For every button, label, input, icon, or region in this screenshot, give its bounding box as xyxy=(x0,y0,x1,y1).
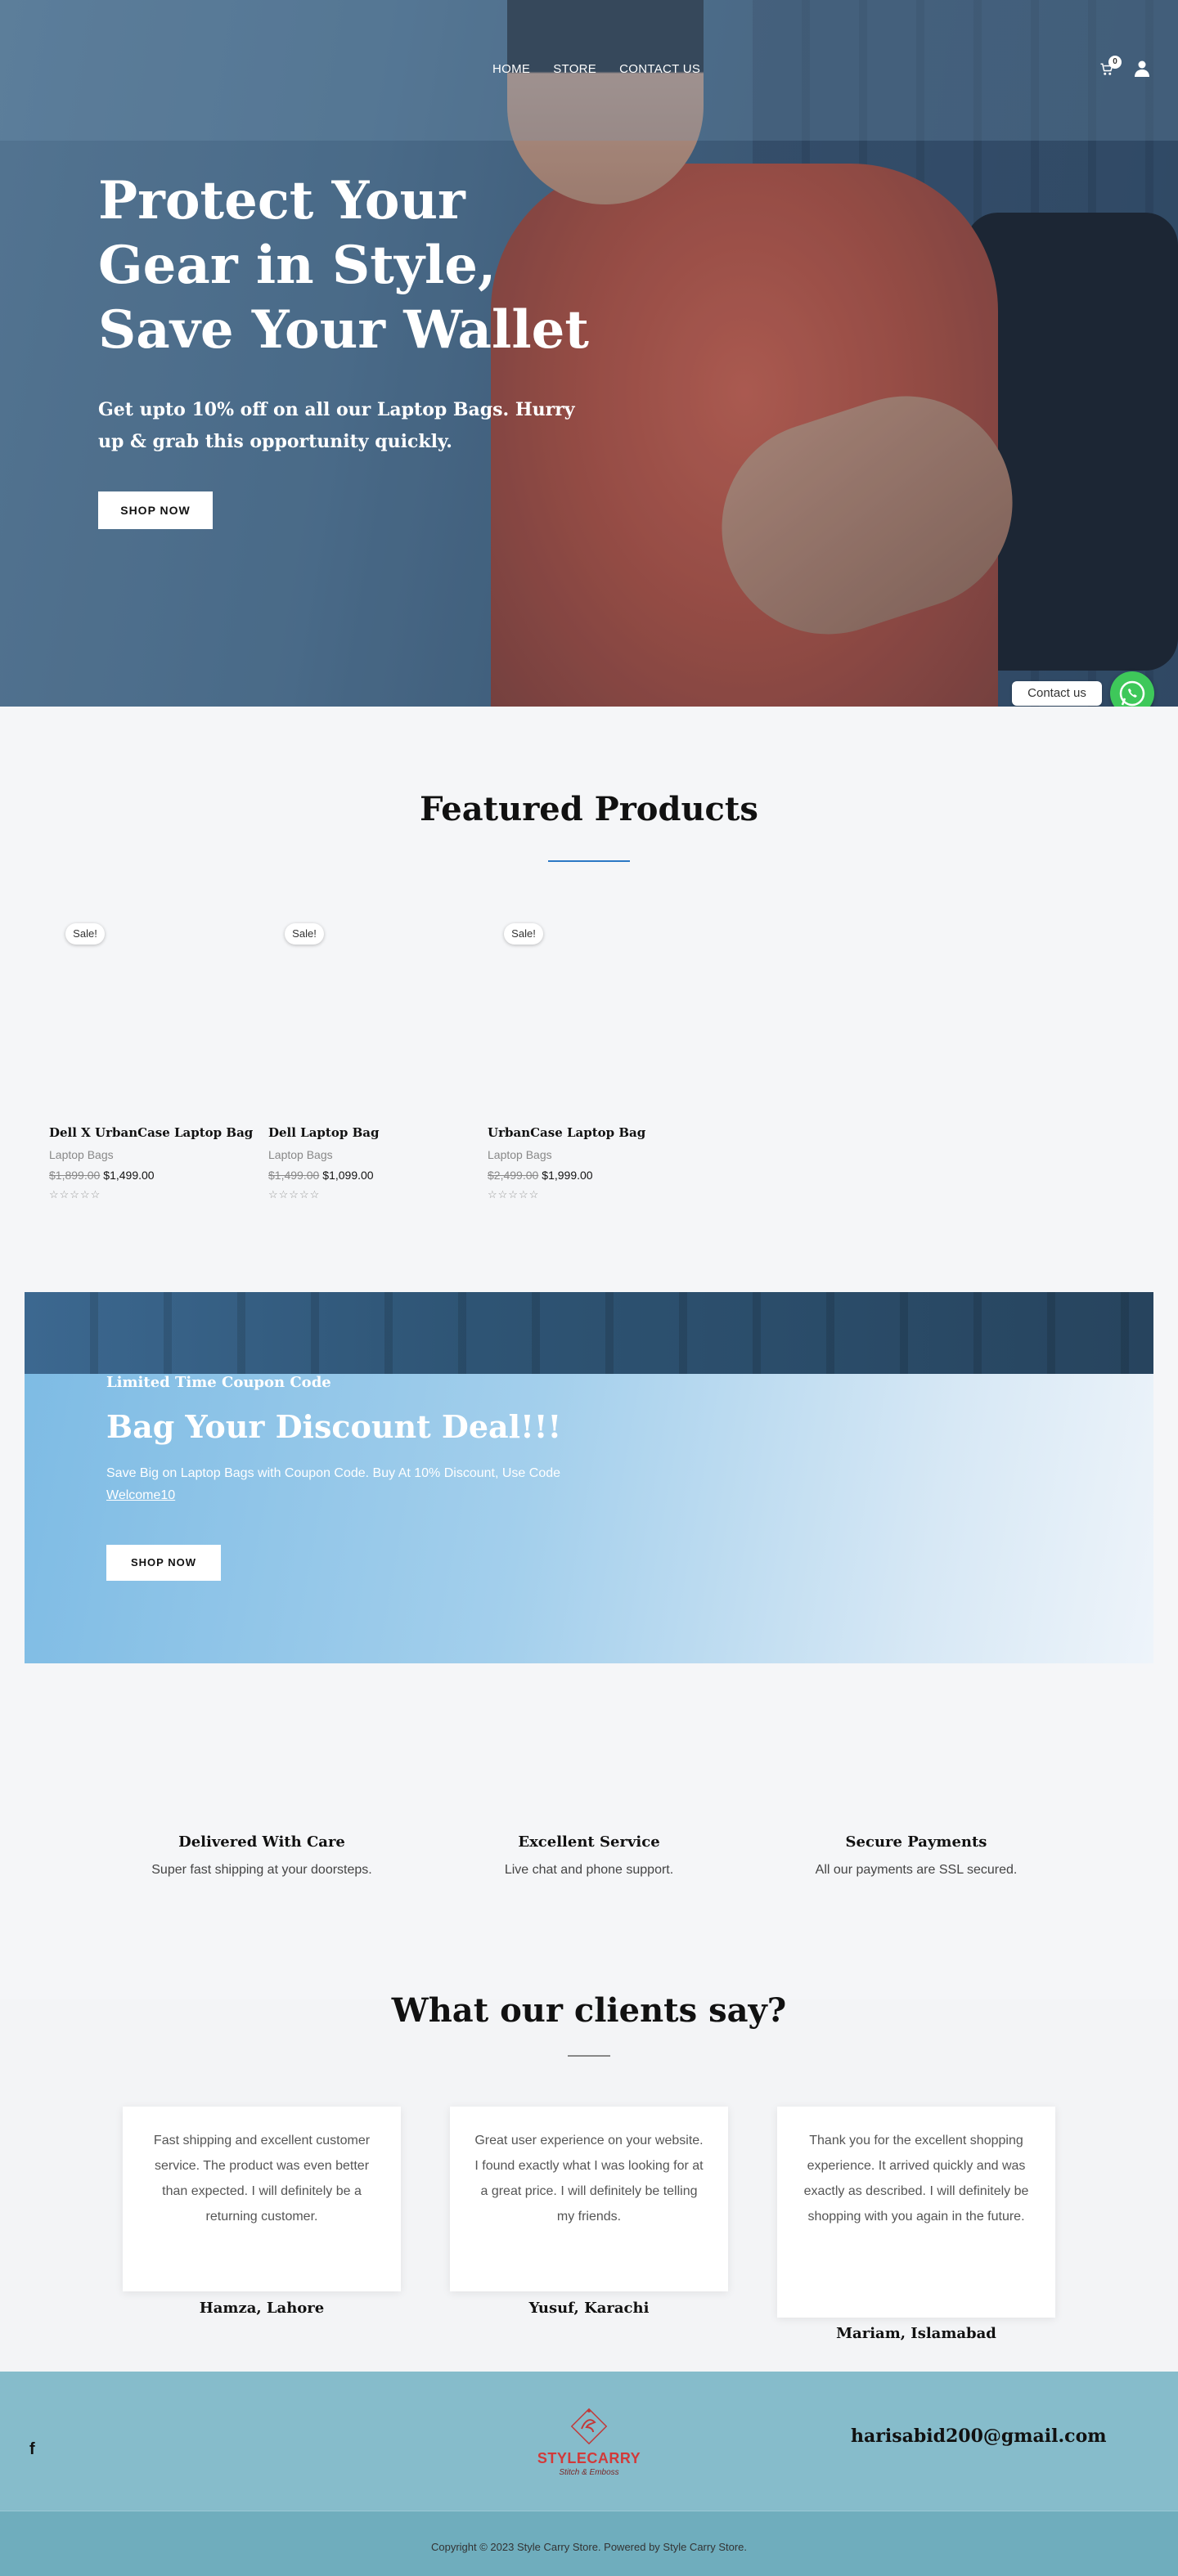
coupon-banner: Limited Time Coupon Code Bag Your Discou… xyxy=(25,1292,1153,1663)
feature-service: Excellent Service Live chat and phone su… xyxy=(425,1833,753,1878)
heading-divider xyxy=(548,860,630,862)
coupon-title: Bag Your Discount Deal!!! xyxy=(106,1408,562,1445)
testimonial-author: Yusuf, Karachi xyxy=(528,2300,650,2317)
site-logo[interactable]: STYLECARRY Stitch & Emboss xyxy=(536,2404,642,2478)
product-card[interactable]: Sale! Dell X UrbanCase Laptop Bag Laptop… xyxy=(49,921,253,1207)
nav-home-link[interactable]: HOME xyxy=(492,62,530,76)
feature-title: Excellent Service xyxy=(518,1833,660,1851)
product-sale-price: $1,099.00 xyxy=(322,1169,374,1182)
whatsapp-contact-label[interactable]: Contact us xyxy=(1012,681,1102,706)
product-old-price: $1,899.00 xyxy=(49,1169,101,1182)
hero-title: Protect Your Gear in Style, Save Your Wa… xyxy=(98,170,589,361)
product-rating-stars: ☆☆☆☆☆ xyxy=(49,1188,101,1200)
sale-badge: Sale! xyxy=(65,923,105,945)
product-rating-stars: ☆☆☆☆☆ xyxy=(268,1188,321,1200)
sale-badge: Sale! xyxy=(285,923,324,945)
user-account-icon[interactable] xyxy=(1135,61,1149,77)
cart-count-badge: 0 xyxy=(1108,56,1122,69)
product-old-price: $1,499.00 xyxy=(268,1169,320,1182)
logo-text: STYLECARRY xyxy=(537,2450,641,2466)
top-navigation: HOME STORE CONTACT US 0 xyxy=(0,0,1178,141)
coupon-code-link[interactable]: Welcome10 xyxy=(106,1488,175,1503)
footer-bottom-bar: Copyright © 2023 Style Carry Store. Powe… xyxy=(0,2511,1178,2576)
hero-subtitle: Get upto 10% off on all our Laptop Bags.… xyxy=(98,399,575,452)
feature-text: Super fast shipping at your doorsteps. xyxy=(151,1863,372,1877)
product-title[interactable]: Dell X UrbanCase Laptop Bag xyxy=(49,1125,253,1140)
feature-text: Live chat and phone support. xyxy=(504,1863,674,1877)
feature-delivery: Delivered With Care Super fast shipping … xyxy=(98,1833,425,1878)
product-price: $2,499.00 $1,999.00 xyxy=(488,1169,593,1182)
copyright-text: Copyright © 2023 Style Carry Store. Powe… xyxy=(430,2541,747,2553)
product-category[interactable]: Laptop Bags xyxy=(268,1148,333,1161)
main-menu: HOME STORE CONTACT US xyxy=(492,62,700,76)
product-price: $1,899.00 $1,499.00 xyxy=(49,1169,155,1182)
feature-text: All our payments are SSL secured. xyxy=(815,1863,1018,1877)
sale-badge: Sale! xyxy=(504,923,543,945)
product-category[interactable]: Laptop Bags xyxy=(488,1148,552,1161)
heading-divider xyxy=(568,2055,610,2057)
product-sale-price: $1,999.00 xyxy=(542,1169,593,1182)
coupon-eyebrow: Limited Time Coupon Code xyxy=(106,1374,331,1391)
product-sale-price: $1,499.00 xyxy=(103,1169,155,1182)
testimonial-author: Mariam, Islamabad xyxy=(836,2325,996,2342)
coupon-description: Save Big on Laptop Bags with Coupon Code… xyxy=(106,1466,561,1480)
testimonial-card: Great user experience on your website. I… xyxy=(450,2107,728,2291)
footer-email[interactable]: harisabid200@gmail.com xyxy=(851,2426,1107,2447)
testimonial-author: Hamza, Lahore xyxy=(199,2300,325,2317)
product-price: $1,499.00 $1,099.00 xyxy=(268,1169,374,1182)
facebook-icon[interactable]: f xyxy=(29,2440,35,2459)
feature-title: Secure Payments xyxy=(845,1833,987,1851)
site-footer: f STYLECARRY Stitch & Emboss harisabid20… xyxy=(0,2372,1178,2576)
testimonial-quote: Thank you for the excellent shopping exp… xyxy=(803,2134,1029,2224)
logo-tagline: Stitch & Emboss xyxy=(559,2468,619,2477)
testimonial-card: Thank you for the excellent shopping exp… xyxy=(777,2107,1055,2318)
testimonial-card: Fast shipping and excellent customer ser… xyxy=(123,2107,401,2291)
product-title[interactable]: Dell Laptop Bag xyxy=(268,1125,379,1140)
product-category[interactable]: Laptop Bags xyxy=(49,1148,114,1161)
featured-products-heading: Featured Products xyxy=(420,790,758,828)
testimonial-quote: Great user experience on your website. I… xyxy=(474,2134,704,2224)
testimonials-heading: What our clients say? xyxy=(391,1991,787,2030)
whatsapp-icon[interactable] xyxy=(1110,671,1154,707)
product-card[interactable]: Sale! Dell Laptop Bag Laptop Bags $1,499… xyxy=(268,921,465,1207)
testimonial-quote: Fast shipping and excellent customer ser… xyxy=(153,2134,371,2224)
coupon-background-image xyxy=(25,1292,1153,1374)
product-rating-stars: ☆☆☆☆☆ xyxy=(488,1188,540,1200)
hero-shop-now-button[interactable]: SHOP NOW xyxy=(98,491,213,529)
product-title[interactable]: UrbanCase Laptop Bag xyxy=(488,1125,645,1140)
feature-title: Delivered With Care xyxy=(178,1833,345,1851)
product-old-price: $2,499.00 xyxy=(488,1169,539,1182)
hero-banner: HOME STORE CONTACT US 0 Protect Your Gea… xyxy=(0,0,1178,707)
nav-contact-link[interactable]: CONTACT US xyxy=(619,62,700,76)
feature-payments: Secure Payments All our payments are SSL… xyxy=(753,1833,1080,1878)
nav-store-link[interactable]: STORE xyxy=(553,62,596,76)
product-card[interactable]: Sale! UrbanCase Laptop Bag Laptop Bags $… xyxy=(488,921,684,1207)
coupon-shop-now-button[interactable]: SHOP NOW xyxy=(106,1545,221,1581)
logo-emblem-icon xyxy=(570,2408,608,2445)
